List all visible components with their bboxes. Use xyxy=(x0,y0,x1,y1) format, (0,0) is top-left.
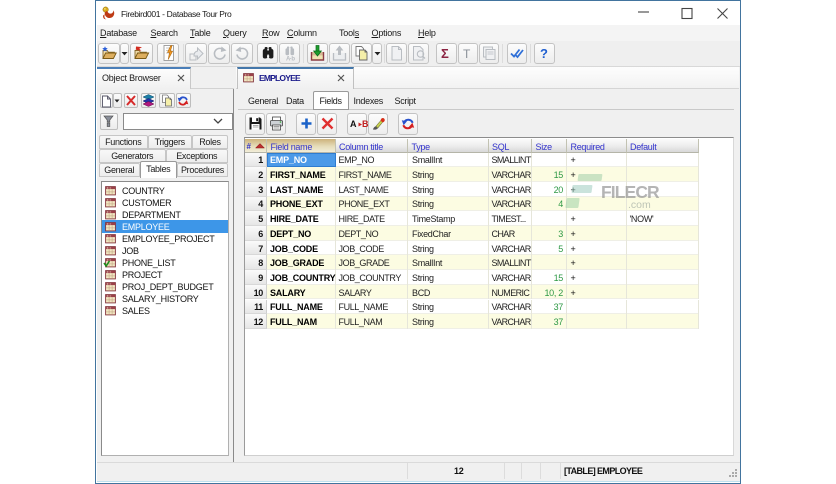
svg-text:A·b: A·b xyxy=(286,57,295,63)
